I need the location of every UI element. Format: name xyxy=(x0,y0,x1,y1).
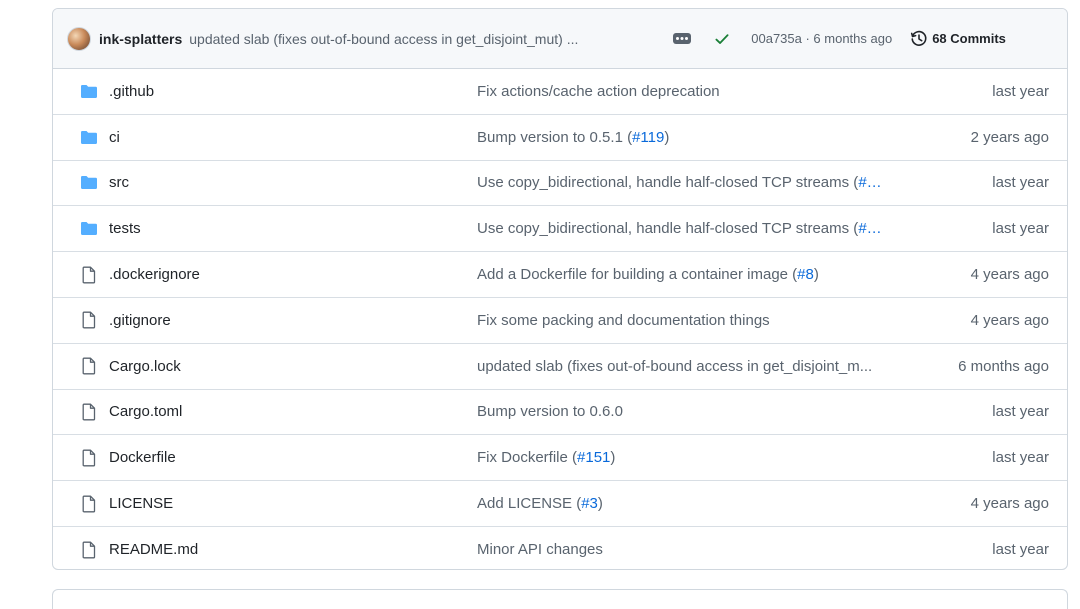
file-commit-message[interactable]: updated slab (fixes out-of-bound access … xyxy=(477,358,917,375)
file-commit-message[interactable]: Use copy_bidirectional, handle half-clos… xyxy=(477,174,917,191)
commits-history-link[interactable]: 68 Commits xyxy=(910,30,1006,48)
file-last-updated[interactable]: last year xyxy=(917,83,1067,100)
file-commit-message[interactable]: Add a Dockerfile for building a containe… xyxy=(477,266,917,283)
file-icon xyxy=(53,449,109,467)
file-icon xyxy=(53,311,109,329)
commit-message-link[interactable]: updated slab (fixes out-of-bound access … xyxy=(189,31,655,47)
author-avatar[interactable] xyxy=(67,26,91,51)
file-name-link[interactable]: Cargo.lock xyxy=(109,358,477,375)
commit-message-suffix: ) xyxy=(813,266,819,284)
file-commit-message[interactable]: Bump version to 0.6.0 xyxy=(477,403,917,420)
commit-message-text[interactable]: Use copy_bidirectional, handle half-clos… xyxy=(477,220,858,237)
commit-message-text[interactable]: Add LICENSE ( xyxy=(477,495,581,512)
file-last-updated[interactable]: 4 years ago xyxy=(917,266,1067,283)
file-last-updated[interactable]: 2 years ago xyxy=(917,129,1067,146)
file-last-updated[interactable]: 6 months ago xyxy=(917,358,1067,375)
file-name-link[interactable]: .gitignore xyxy=(109,312,477,329)
file-name-link[interactable]: Cargo.toml xyxy=(109,403,477,420)
pull-request-link[interactable]: #151 xyxy=(577,449,610,466)
file-browser: ink-splatters updated slab (fixes out-of… xyxy=(52,8,1068,570)
commit-message-text[interactable]: Fix Dockerfile ( xyxy=(477,449,577,466)
file-list: .github Fix actions/cache action deprecat… xyxy=(53,69,1067,569)
commit-message-suffix: ) xyxy=(597,495,603,513)
file-commit-message[interactable]: Minor API changes xyxy=(477,541,917,558)
file-name-link[interactable]: Dockerfile xyxy=(109,449,477,466)
commit-hash-and-time[interactable]: 00a735a · 6 months ago xyxy=(751,31,892,46)
commit-message-text[interactable]: Bump version to 0.5.1 ( xyxy=(477,129,632,146)
file-last-updated[interactable]: 4 years ago xyxy=(917,312,1067,329)
pull-request-link[interactable]: #8 xyxy=(797,266,814,283)
file-icon xyxy=(53,403,109,421)
file-last-updated[interactable]: last year xyxy=(917,541,1067,558)
file-name-link[interactable]: LICENSE xyxy=(109,495,477,512)
file-last-updated[interactable]: last year xyxy=(917,403,1067,420)
file-name-link[interactable]: ci xyxy=(109,129,477,146)
file-name-link[interactable]: tests xyxy=(109,220,477,237)
file-name-link[interactable]: .dockerignore xyxy=(109,266,477,283)
pull-request-link[interactable]: #3 xyxy=(581,495,598,512)
file-last-updated[interactable]: last year xyxy=(917,174,1067,191)
file-row[interactable]: .github Fix actions/cache action deprecat… xyxy=(53,69,1067,115)
file-commit-message[interactable]: Bump version to 0.5.1 (#119) xyxy=(477,129,917,146)
commit-message-text[interactable]: Minor API changes xyxy=(477,541,603,558)
commit-message-suffix: ) xyxy=(610,449,616,467)
file-row[interactable]: tests Use copy_bidirectional, handle half… xyxy=(53,206,1067,253)
commit-author-link[interactable]: ink-splatters xyxy=(99,31,182,47)
file-last-updated[interactable]: last year xyxy=(917,220,1067,237)
history-icon xyxy=(911,30,927,46)
file-row[interactable]: README.md Minor API changes last year xyxy=(53,527,1067,569)
file-name-link[interactable]: src xyxy=(109,174,477,191)
file-name-link[interactable]: README.md xyxy=(109,541,477,558)
file-name-link[interactable]: .github xyxy=(109,83,477,100)
commit-message-suffix: ) xyxy=(664,128,670,146)
file-row[interactable]: Cargo.lock updated slab (fixes out-of-bou… xyxy=(53,344,1067,390)
file-commit-message[interactable]: Fix Dockerfile (#151) xyxy=(477,449,917,466)
readme-box xyxy=(52,589,1068,609)
file-commit-message[interactable]: Add LICENSE (#3) xyxy=(477,495,917,512)
folder-icon xyxy=(53,221,109,236)
file-row[interactable]: Dockerfile Fix Dockerfile (#151) last year xyxy=(53,435,1067,482)
file-row[interactable]: .gitignore Fix some packing and documenta… xyxy=(53,298,1067,344)
commit-message-text[interactable]: Fix actions/cache action deprecation xyxy=(477,83,720,100)
commit-message-text[interactable]: Bump version to 0.6.0 xyxy=(477,403,623,420)
file-icon xyxy=(53,266,109,284)
commit-message-text[interactable]: Add a Dockerfile for building a containe… xyxy=(477,266,797,283)
folder-icon xyxy=(53,130,109,145)
commits-count: 68 Commits xyxy=(932,31,1006,46)
file-row[interactable]: .dockerignore Add a Dockerfile for buildi… xyxy=(53,252,1067,298)
folder-icon xyxy=(53,84,109,99)
file-last-updated[interactable]: 4 years ago xyxy=(917,495,1067,512)
expand-commit-message-button[interactable] xyxy=(673,33,692,44)
file-row[interactable]: src Use copy_bidirectional, handle half-c… xyxy=(53,161,1067,207)
pull-request-link[interactable]: #… xyxy=(858,220,881,237)
check-icon[interactable] xyxy=(713,30,731,48)
latest-commit-bar: ink-splatters updated slab (fixes out-of… xyxy=(53,9,1067,69)
commit-message-text[interactable]: updated slab (fixes out-of-bound access … xyxy=(477,358,872,375)
commit-message-text[interactable]: Use copy_bidirectional, handle half-clos… xyxy=(477,174,858,191)
file-icon xyxy=(53,495,109,513)
file-icon xyxy=(53,541,109,559)
file-row[interactable]: LICENSE Add LICENSE (#3) 4 years ago xyxy=(53,481,1067,527)
file-row[interactable]: ci Bump version to 0.5.1 (#119) 2 years ag… xyxy=(53,115,1067,161)
pull-request-link[interactable]: #… xyxy=(858,174,881,191)
file-icon xyxy=(53,357,109,375)
pull-request-link[interactable]: #119 xyxy=(632,129,664,146)
file-commit-message[interactable]: Fix some packing and documentation thing… xyxy=(477,312,917,329)
folder-icon xyxy=(53,175,109,190)
commit-message-text[interactable]: Fix some packing and documentation thing… xyxy=(477,312,770,329)
file-commit-message[interactable]: Fix actions/cache action deprecation xyxy=(477,83,917,100)
file-row[interactable]: Cargo.toml Bump version to 0.6.0 last year xyxy=(53,390,1067,436)
file-commit-message[interactable]: Use copy_bidirectional, handle half-clos… xyxy=(477,220,917,237)
file-last-updated[interactable]: last year xyxy=(917,449,1067,466)
